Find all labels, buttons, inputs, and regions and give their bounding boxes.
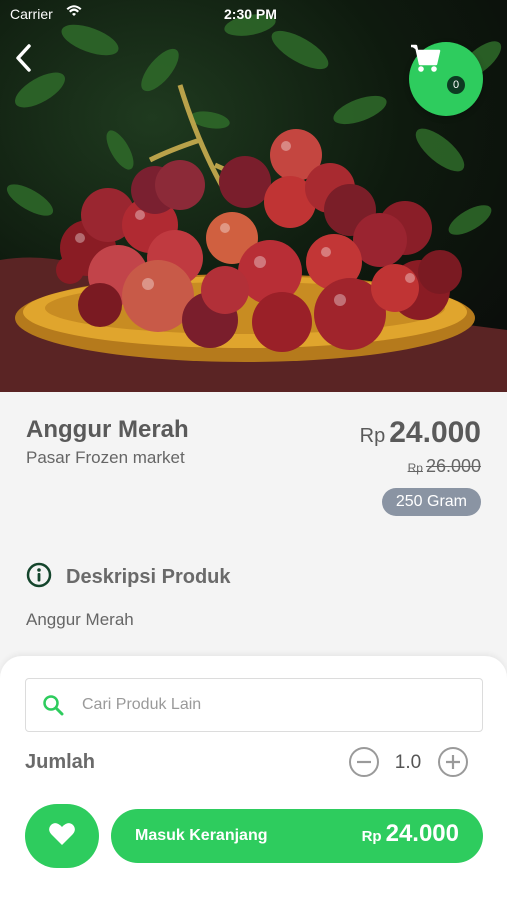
description-text: Anggur Merah	[26, 610, 134, 629]
add-to-cart-currency: Rp	[361, 828, 382, 845]
search-input[interactable]	[82, 696, 442, 714]
price-value: 24.000	[389, 416, 481, 449]
product-name: Anggur Merah	[26, 416, 189, 443]
add-to-cart-button[interactable]: Masuk Keranjang Rp 24.000	[111, 809, 483, 863]
add-to-cart-price: Rp 24.000	[362, 820, 459, 848]
quantity-decrease-button[interactable]	[348, 746, 380, 778]
quantity-increase-button[interactable]	[437, 746, 469, 778]
status-time: 2:30 PM	[224, 6, 277, 22]
plus-circle-icon	[437, 747, 469, 782]
status-carrier: Carrier	[10, 6, 53, 22]
old-price-value: 26.000	[425, 456, 481, 476]
add-to-cart-price-value: 24.000	[385, 820, 459, 847]
old-price-currency: Rp	[407, 461, 423, 475]
add-to-cart-label: Masuk Keranjang	[135, 827, 268, 844]
product-price: Rp 24.000	[360, 416, 481, 450]
cart-button[interactable]: 0	[409, 42, 483, 116]
cart-count-badge: 0	[447, 76, 465, 94]
bottom-panel: Jumlah 1.0	[0, 656, 507, 900]
minus-circle-icon	[348, 747, 380, 782]
quantity-label: Jumlah	[25, 751, 96, 773]
price-currency: Rp	[359, 425, 386, 447]
unit-badge: 250 Gram	[381, 488, 481, 516]
description-header: Deskripsi Produk	[26, 562, 231, 593]
search-icon	[42, 694, 64, 716]
product-detail-page: Carrier 2:30 PM 0 Anggur Merah Pasar Fro…	[0, 0, 507, 900]
status-bar: Carrier 2:30 PM	[0, 0, 507, 28]
heart-icon	[48, 821, 76, 852]
old-price: Rp 26.000	[408, 456, 481, 477]
back-button[interactable]	[14, 44, 44, 78]
quantity-value: 1.0	[394, 752, 422, 773]
favorite-button[interactable]	[25, 804, 99, 868]
product-info: Anggur Merah Pasar Frozen market Rp 24.00…	[0, 392, 507, 662]
search-box[interactable]	[25, 678, 483, 732]
description-title: Deskripsi Produk	[66, 566, 231, 588]
product-store: Pasar Frozen market	[26, 448, 185, 467]
product-image: Carrier 2:30 PM 0	[0, 0, 507, 392]
info-icon	[26, 562, 52, 593]
